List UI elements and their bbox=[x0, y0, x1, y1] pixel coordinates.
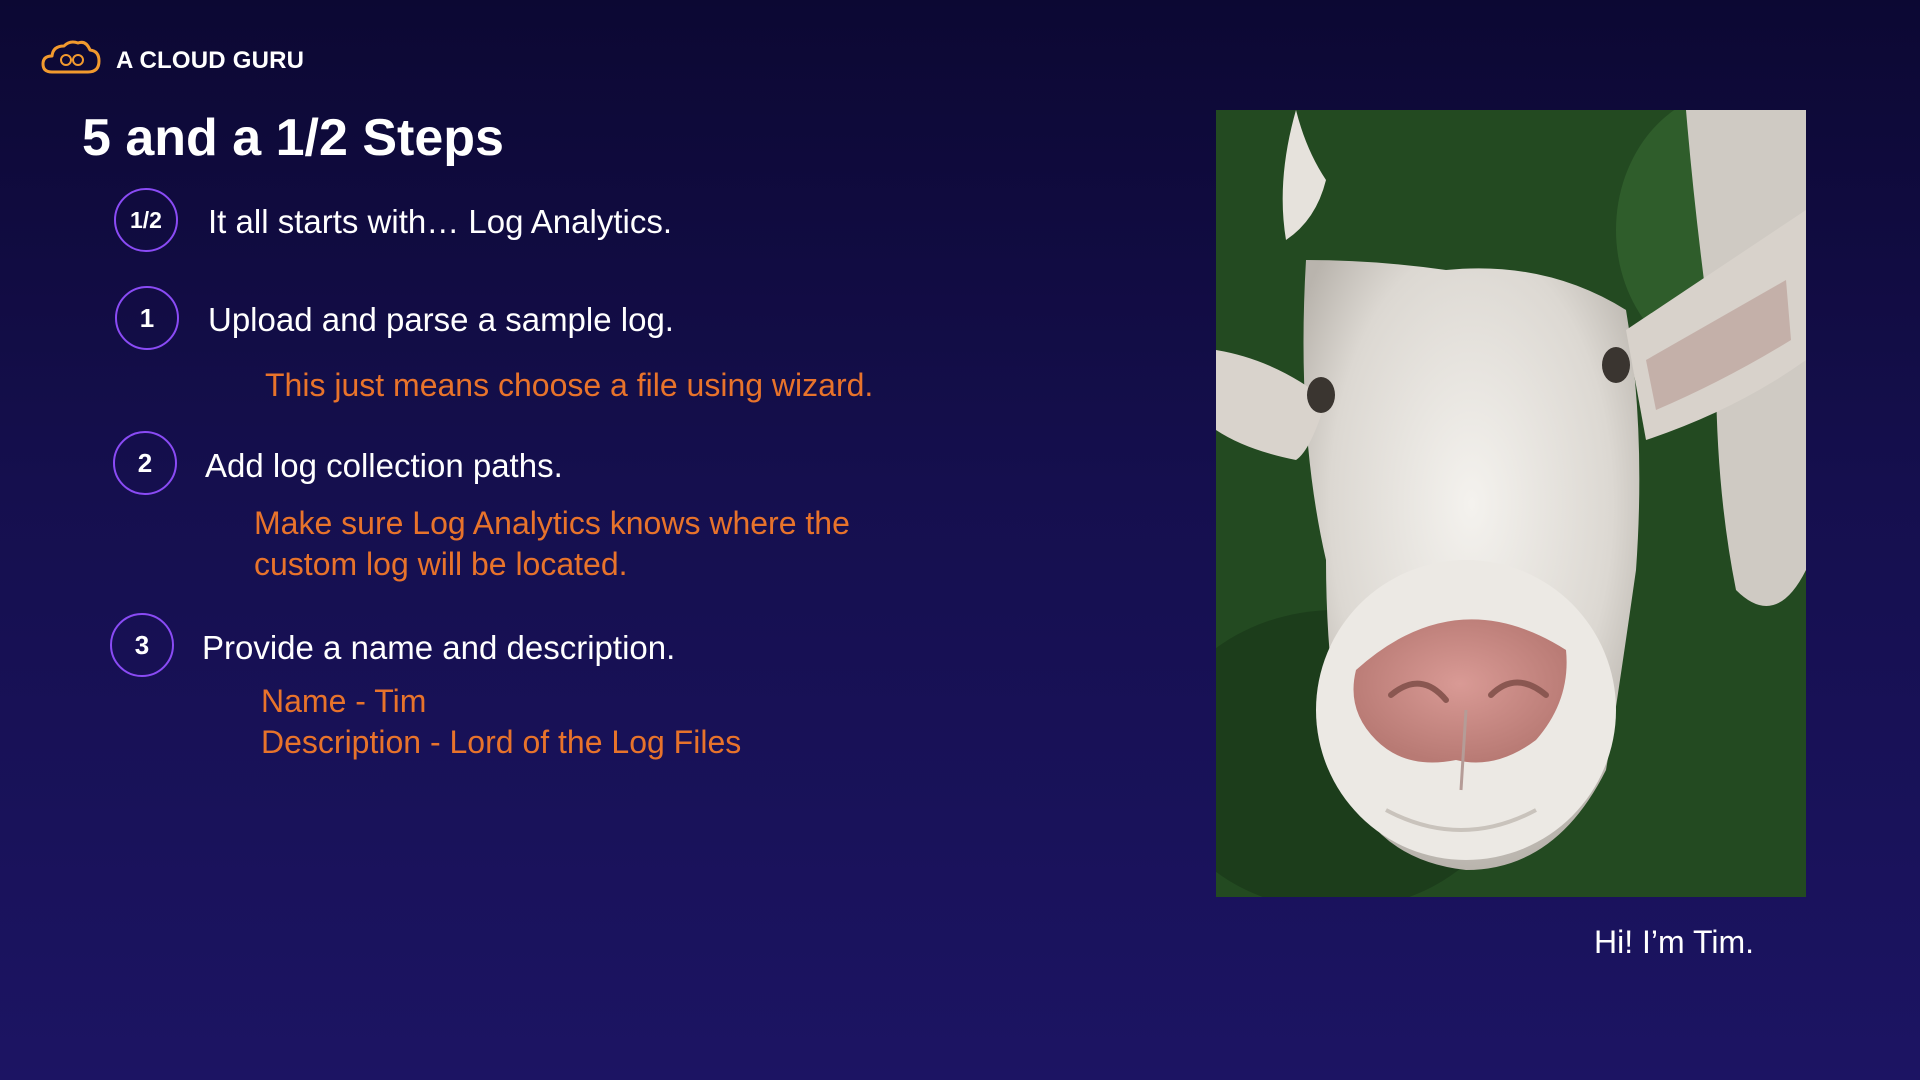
step-text-2: Add log collection paths. bbox=[205, 447, 563, 484]
step-text-half: It all starts with… Log Analytics. bbox=[208, 203, 673, 240]
step-note-2-line1: Make sure Log Analytics knows where the bbox=[254, 505, 850, 541]
step-text-3: Provide a name and description. bbox=[202, 629, 676, 666]
step-note-2-line2: custom log will be located. bbox=[254, 546, 628, 582]
step-badge-2: 2 bbox=[113, 431, 177, 495]
step-badge-half: 1/2 bbox=[114, 188, 178, 252]
step-note-3-name: Name - Tim bbox=[261, 683, 427, 719]
slide-title: 5 and a 1/2 Steps bbox=[82, 109, 504, 167]
brand-header: A CLOUD GURU bbox=[40, 38, 304, 83]
step-text-1: Upload and parse a sample log. bbox=[208, 301, 674, 338]
step-badge-1: 1 bbox=[115, 286, 179, 350]
photo-caption: Hi! I’m Tim. bbox=[1594, 924, 1754, 960]
step-note-1: This just means choose a file using wiza… bbox=[265, 367, 874, 403]
goat-photo bbox=[1216, 110, 1806, 897]
brand-name: A CLOUD GURU bbox=[116, 46, 305, 74]
cloud-logo-icon bbox=[40, 38, 102, 83]
step-note-3-description: Description - Lord of the Log Files bbox=[261, 724, 742, 760]
step-badge-3: 3 bbox=[110, 613, 174, 677]
